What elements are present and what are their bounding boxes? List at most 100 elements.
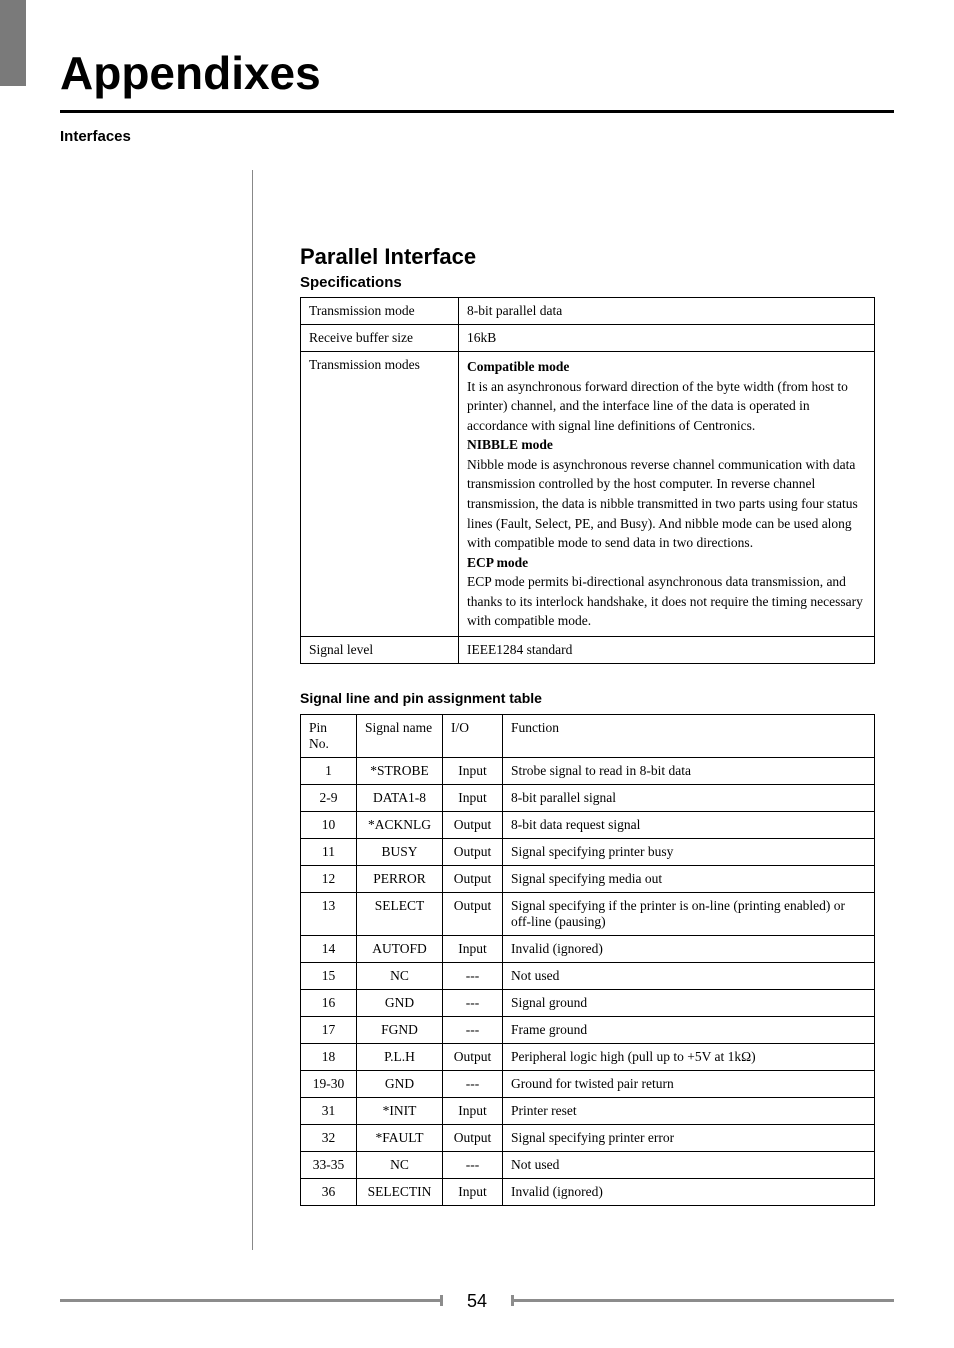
pin-function: Signal specifying printer error	[503, 1124, 875, 1151]
table-row: 17FGND---Frame ground	[301, 1016, 875, 1043]
io-direction: ---	[443, 989, 503, 1016]
table-row: 31*INITInputPrinter reset	[301, 1097, 875, 1124]
mode-name: Compatible mode	[467, 357, 866, 377]
pin-function: Signal specifying if the printer is on-l…	[503, 892, 875, 935]
signal-name: GND	[357, 1070, 443, 1097]
mode-text: It is an asynchronous forward direction …	[467, 377, 866, 436]
table-row: 36SELECTINInputInvalid (ignored)	[301, 1178, 875, 1205]
col-header-function: Function	[503, 714, 875, 757]
section-edge-tab	[0, 0, 26, 86]
table-row: 1*STROBEInputStrobe signal to read in 8-…	[301, 757, 875, 784]
signal-name: DATA1-8	[357, 784, 443, 811]
pin-function: Invalid (ignored)	[503, 1178, 875, 1205]
pin-function: Invalid (ignored)	[503, 935, 875, 962]
signal-name: BUSY	[357, 838, 443, 865]
signal-name: P.L.H	[357, 1043, 443, 1070]
pin-function: 8-bit data request signal	[503, 811, 875, 838]
spec-value: 8-bit parallel data	[459, 298, 875, 325]
signal-name: *ACKNLG	[357, 811, 443, 838]
table-row: 12PERROROutputSignal specifying media ou…	[301, 865, 875, 892]
pin-no: 18	[301, 1043, 357, 1070]
table-row: Transmission mode 8-bit parallel data	[301, 298, 875, 325]
vertical-rule	[252, 170, 253, 1250]
pin-function: Signal specifying printer busy	[503, 838, 875, 865]
signal-name: *FAULT	[357, 1124, 443, 1151]
spec-value: 16kB	[459, 325, 875, 352]
mode-name: ECP mode	[467, 553, 866, 573]
pin-no: 31	[301, 1097, 357, 1124]
table-row: 10*ACKNLGOutput8-bit data request signal	[301, 811, 875, 838]
mode-text: ECP mode permits bi-directional asynchro…	[467, 572, 866, 631]
io-direction: Input	[443, 1178, 503, 1205]
io-direction: Input	[443, 784, 503, 811]
chapter-title: Appendixes	[60, 46, 321, 100]
pin-no: 2-9	[301, 784, 357, 811]
io-direction: Output	[443, 811, 503, 838]
col-header-signal: Signal name	[357, 714, 443, 757]
pin-no: 13	[301, 892, 357, 935]
table-row: 19-30GND---Ground for twisted pair retur…	[301, 1070, 875, 1097]
title-rule	[60, 110, 894, 113]
pin-no: 10	[301, 811, 357, 838]
table-row: 15NC---Not used	[301, 962, 875, 989]
table-row: 13SELECTOutputSignal specifying if the p…	[301, 892, 875, 935]
table-row: 2-9DATA1-8Input8-bit parallel signal	[301, 784, 875, 811]
signal-name: GND	[357, 989, 443, 1016]
specifications-heading: Specifications	[300, 274, 894, 291]
signal-name: *INIT	[357, 1097, 443, 1124]
page-number: 54	[0, 1291, 954, 1312]
spec-label: Receive buffer size	[301, 325, 459, 352]
signal-name: AUTOFD	[357, 935, 443, 962]
io-direction: Output	[443, 865, 503, 892]
table-row: 33-35NC---Not used	[301, 1151, 875, 1178]
io-direction: ---	[443, 1151, 503, 1178]
pin-function: Strobe signal to read in 8-bit data	[503, 757, 875, 784]
pin-no: 32	[301, 1124, 357, 1151]
pin-no: 17	[301, 1016, 357, 1043]
margin-label: Interfaces	[60, 128, 131, 145]
col-header-pin: Pin No.	[301, 714, 357, 757]
table-row: 14AUTOFDInputInvalid (ignored)	[301, 935, 875, 962]
col-header-io: I/O	[443, 714, 503, 757]
table-row: Signal level IEEE1284 standard	[301, 636, 875, 663]
spec-label: Transmission mode	[301, 298, 459, 325]
signal-name: NC	[357, 1151, 443, 1178]
signal-name: SELECTIN	[357, 1178, 443, 1205]
signal-name: FGND	[357, 1016, 443, 1043]
io-direction: Output	[443, 1043, 503, 1070]
pin-assignment-table: Pin No. Signal name I/O Function 1*STROB…	[300, 714, 875, 1206]
pin-function: Peripheral logic high (pull up to +5V at…	[503, 1043, 875, 1070]
spec-label: Signal level	[301, 636, 459, 663]
io-direction: ---	[443, 962, 503, 989]
pin-function: Signal ground	[503, 989, 875, 1016]
signal-name: NC	[357, 962, 443, 989]
table-row: Receive buffer size 16kB	[301, 325, 875, 352]
mode-name: NIBBLE mode	[467, 435, 866, 455]
signal-name: SELECT	[357, 892, 443, 935]
pin-table-heading: Signal line and pin assignment table	[300, 690, 894, 706]
mode-text: Nibble mode is asynchronous reverse chan…	[467, 455, 866, 553]
pin-function: 8-bit parallel signal	[503, 784, 875, 811]
pin-no: 14	[301, 935, 357, 962]
pin-function: Not used	[503, 962, 875, 989]
io-direction: Output	[443, 838, 503, 865]
table-row: 32*FAULTOutputSignal specifying printer …	[301, 1124, 875, 1151]
pin-function: Ground for twisted pair return	[503, 1070, 875, 1097]
spec-value: IEEE1284 standard	[459, 636, 875, 663]
specifications-table: Transmission mode 8-bit parallel data Re…	[300, 297, 875, 664]
io-direction: ---	[443, 1070, 503, 1097]
pin-function: Signal specifying media out	[503, 865, 875, 892]
io-direction: Output	[443, 1124, 503, 1151]
io-direction: Input	[443, 757, 503, 784]
table-header-row: Pin No. Signal name I/O Function	[301, 714, 875, 757]
section-title: Parallel Interface	[300, 244, 894, 270]
pin-no: 12	[301, 865, 357, 892]
signal-name: *STROBE	[357, 757, 443, 784]
signal-name: PERROR	[357, 865, 443, 892]
pin-no: 15	[301, 962, 357, 989]
spec-value-modes: Compatible mode It is an asynchronous fo…	[459, 352, 875, 637]
io-direction: Input	[443, 1097, 503, 1124]
spec-label: Transmission modes	[301, 352, 459, 637]
pin-function: Not used	[503, 1151, 875, 1178]
io-direction: Input	[443, 935, 503, 962]
